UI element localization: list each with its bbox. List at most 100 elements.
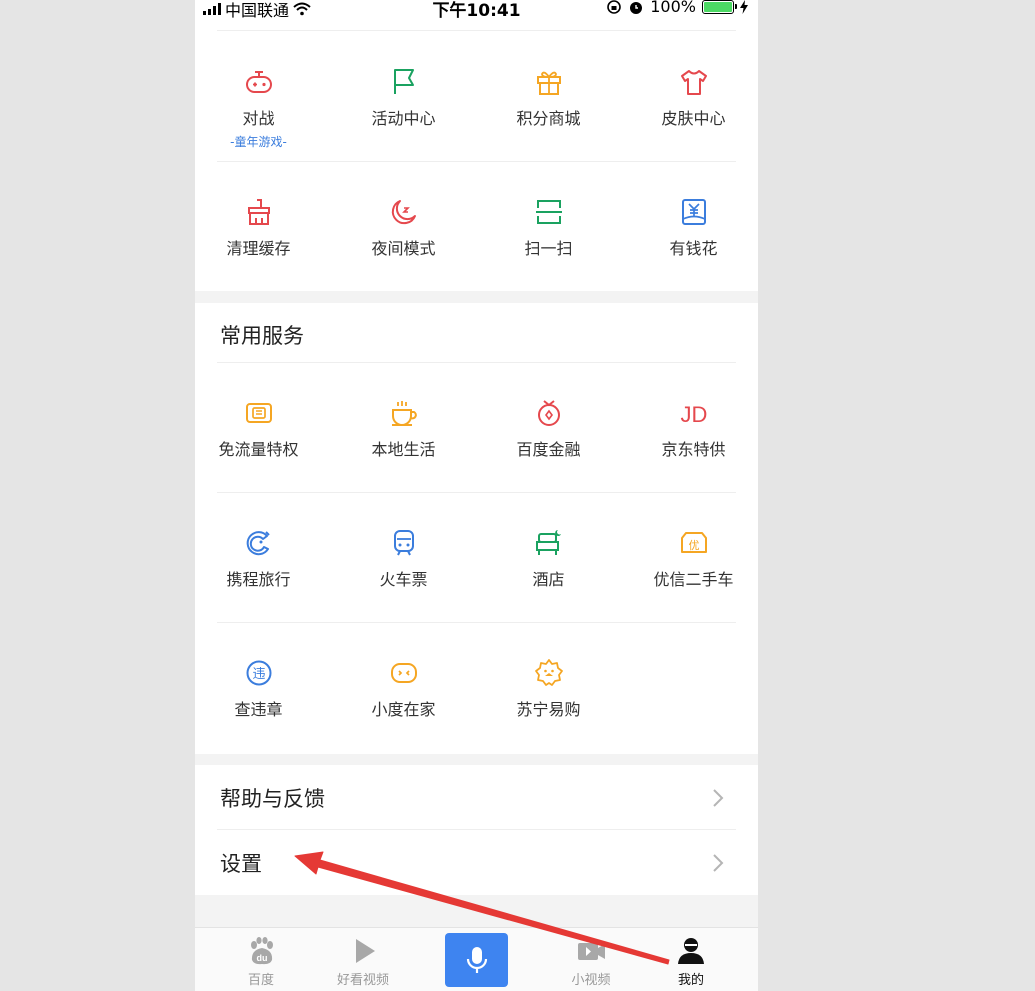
jd-logo-icon: JD (680, 402, 707, 427)
coin-bag-icon (537, 400, 560, 426)
coffee-icon (391, 401, 417, 426)
voice-search-button[interactable] (445, 933, 508, 987)
baidu-paw-icon: du (251, 937, 273, 965)
charging-icon (740, 0, 748, 14)
service-item-xiaodu[interactable]: 小度在家 (331, 658, 476, 720)
svg-text:du: du (257, 953, 268, 963)
service-label: 火车票 (379, 570, 428, 589)
service-label: 优信二手车 (653, 570, 734, 589)
menu-item-help-feedback[interactable]: 帮助与反馈 (195, 765, 758, 829)
status-bar: 中国联通 下午10:41 100% (195, 0, 758, 21)
tool-label: 积分商城 (516, 109, 581, 128)
orientation-lock-icon (607, 0, 622, 14)
tools-card: 对战 -童年游戏- 活动中心 积分商城 皮肤中心 清理缓存 夜间模式 扫一扫 有… (195, 20, 758, 291)
tab-label: 百度 (247, 973, 274, 988)
moon-icon (391, 200, 416, 225)
tool-label: 活动中心 (371, 109, 436, 128)
service-label: 酒店 (532, 570, 565, 589)
scan-icon (535, 200, 562, 224)
tab-haokan-video[interactable]: 好看视频 (308, 928, 418, 991)
microphone-icon (466, 947, 487, 973)
service-item-youxin-car[interactable]: 优 优信二手车 (621, 528, 758, 590)
services-title: 常用服务 (220, 324, 304, 348)
dolphin-icon (246, 531, 270, 556)
tool-label: 对战 (242, 109, 275, 128)
gamepad-icon (245, 71, 272, 93)
tool-label: 扫一扫 (524, 239, 573, 258)
car-icon: 优 (680, 532, 707, 553)
services-card: 常用服务 免流量特权 本地生活 百度金融 JD 京东特供 携程旅行 火车票 酒店… (195, 303, 758, 754)
tab-label: 好看视频 (336, 973, 389, 988)
gift-icon (536, 71, 561, 95)
money-icon (681, 199, 706, 225)
violation-icon: 违 (246, 660, 271, 686)
tool-label: 夜间模式 (371, 239, 436, 258)
tool-item-night-mode[interactable]: 夜间模式 (331, 197, 476, 259)
service-item-train-ticket[interactable]: 火车票 (331, 528, 476, 590)
battery-icon (702, 0, 737, 14)
service-label: 免流量特权 (218, 440, 299, 459)
play-icon (356, 939, 375, 963)
service-item-jd[interactable]: JD 京东特供 (621, 398, 758, 460)
video-camera-icon (578, 943, 605, 960)
service-label: 百度金融 (516, 440, 581, 459)
status-right: 100% (606, 0, 748, 16)
service-label: 查违章 (234, 700, 283, 719)
divider (217, 30, 736, 31)
card-icon (245, 403, 272, 423)
train-icon (393, 530, 414, 556)
service-label: 本地生活 (371, 440, 436, 459)
bed-icon (535, 530, 561, 555)
tool-label: 皮肤中心 (661, 109, 726, 128)
tool-item-battle[interactable]: 对战 -童年游戏- (195, 67, 331, 150)
tool-item-scan[interactable]: 扫一扫 (476, 197, 621, 259)
tab-baidu[interactable]: du 百度 (206, 928, 316, 991)
tool-item-skin-center[interactable]: 皮肤中心 (621, 67, 758, 129)
user-icon (678, 938, 704, 964)
tab-short-video[interactable]: 小视频 (536, 928, 646, 991)
shirt-icon (680, 70, 707, 95)
divider (217, 622, 736, 623)
tool-label: 有钱花 (669, 239, 718, 258)
service-item-free-data[interactable]: 免流量特权 (195, 398, 331, 460)
service-item-hotel[interactable]: 酒店 (476, 528, 621, 590)
tool-item-clear-cache[interactable]: 清理缓存 (195, 197, 331, 259)
flag-icon (393, 69, 414, 94)
divider (217, 362, 736, 363)
menu-label: 帮助与反馈 (220, 787, 325, 811)
alarm-icon (630, 1, 643, 14)
violation-glyph: 违 (252, 667, 265, 682)
service-label: 京东特供 (661, 440, 726, 459)
jd-logo-glyph: JD (680, 402, 707, 427)
xiaodu-icon (390, 663, 417, 683)
tool-item-activity[interactable]: 活动中心 (331, 67, 476, 129)
tool-sub-label: -童年游戏- (230, 135, 287, 149)
service-item-traffic-violation[interactable]: 违 查违章 (195, 658, 331, 720)
tool-item-youqianhua[interactable]: 有钱花 (621, 197, 758, 259)
service-item-suning[interactable]: 苏宁易购 (476, 658, 621, 720)
menu-card: 帮助与反馈 设置 (195, 765, 758, 895)
menu-item-settings[interactable]: 设置 (195, 830, 758, 894)
tool-label: 清理缓存 (226, 239, 291, 258)
tab-label: 小视频 (571, 973, 611, 988)
service-item-ctrip[interactable]: 携程旅行 (195, 528, 331, 590)
menu-label: 设置 (220, 852, 262, 876)
tab-bar: du 百度 好看视频 小视频 我的 (195, 927, 758, 991)
divider (217, 492, 736, 493)
chevron-right-icon (713, 789, 724, 807)
service-item-baidu-finance[interactable]: 百度金融 (476, 398, 621, 460)
divider (217, 161, 736, 162)
service-label: 小度在家 (371, 700, 436, 719)
suning-icon (534, 659, 563, 686)
broom-icon (247, 199, 270, 225)
tab-mine[interactable]: 我的 (636, 928, 746, 991)
chevron-right-icon (713, 854, 724, 872)
tab-label: 我的 (677, 973, 704, 988)
service-item-local-life[interactable]: 本地生活 (331, 398, 476, 460)
phone-screen: 中国联通 下午10:41 100% 对战 -童年游戏- 活动中心 积分商城 皮肤… (195, 0, 758, 991)
car-glyph: 优 (688, 539, 699, 552)
tool-item-points-mall[interactable]: 积分商城 (476, 67, 621, 129)
service-label: 携程旅行 (226, 570, 291, 589)
battery-percent: 100% (650, 0, 696, 16)
service-label: 苏宁易购 (516, 700, 581, 719)
